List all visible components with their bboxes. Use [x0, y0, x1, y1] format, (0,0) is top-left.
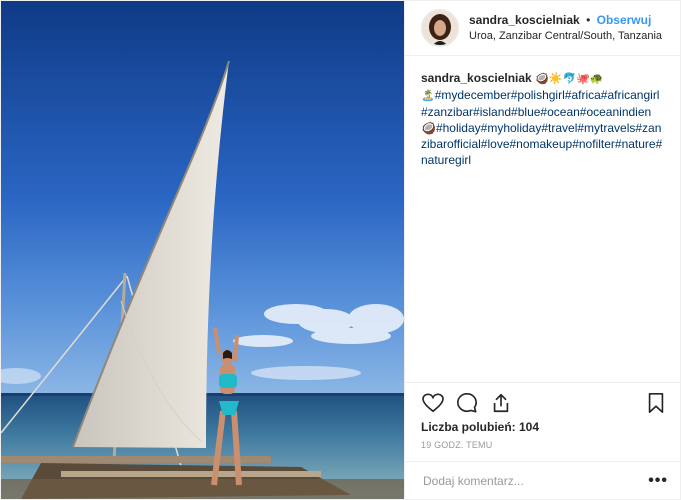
- action-bar: [405, 382, 680, 416]
- heart-icon: [422, 393, 444, 412]
- comment-button[interactable]: [455, 391, 479, 415]
- like-button[interactable]: [421, 391, 445, 415]
- share-button[interactable]: [489, 391, 513, 415]
- sailboat-photo: [1, 1, 404, 499]
- post-photo[interactable]: [1, 1, 404, 499]
- username-link[interactable]: sandra_koscielniak: [469, 13, 580, 27]
- separator-dot: •: [586, 13, 591, 27]
- share-icon: [493, 393, 509, 412]
- location-link[interactable]: Uroa, Zanzibar Central/South, Tanzania: [469, 28, 662, 44]
- post-timestamp[interactable]: 19 GODZ. TEMU: [405, 434, 680, 450]
- follow-button[interactable]: Obserwuj: [597, 13, 652, 27]
- caption-palm-emoji: 🏝️: [421, 90, 435, 102]
- instagram-post: sandra_koscielniak • Obserwuj Uroa, Zanz…: [0, 0, 681, 500]
- post-sidebar: sandra_koscielniak • Obserwuj Uroa, Zanz…: [404, 1, 680, 499]
- likes-count[interactable]: Liczba polubień: 104: [405, 416, 680, 434]
- comment-input[interactable]: [421, 472, 649, 489]
- avatar-image: [423, 11, 457, 45]
- comment-box: •••: [405, 461, 680, 499]
- post-header: sandra_koscielniak • Obserwuj Uroa, Zanz…: [405, 1, 680, 56]
- caption-hashtags[interactable]: #mydecember#polishgirl#africa#africangir…: [421, 88, 662, 167]
- caption: sandra_koscielniak 🥥☀️🐬🐙🐢 🏝️#mydecember#…: [405, 56, 680, 382]
- avatar[interactable]: [421, 9, 459, 47]
- comment-icon: [457, 392, 477, 413]
- caption-username[interactable]: sandra_koscielniak: [421, 71, 532, 85]
- header-text: sandra_koscielniak • Obserwuj Uroa, Zanz…: [469, 12, 662, 44]
- save-button[interactable]: [644, 391, 668, 415]
- caption-emojis: 🥥☀️🐬🐙🐢: [535, 73, 604, 85]
- bookmark-icon: [648, 392, 664, 413]
- more-options-icon[interactable]: •••: [648, 472, 668, 490]
